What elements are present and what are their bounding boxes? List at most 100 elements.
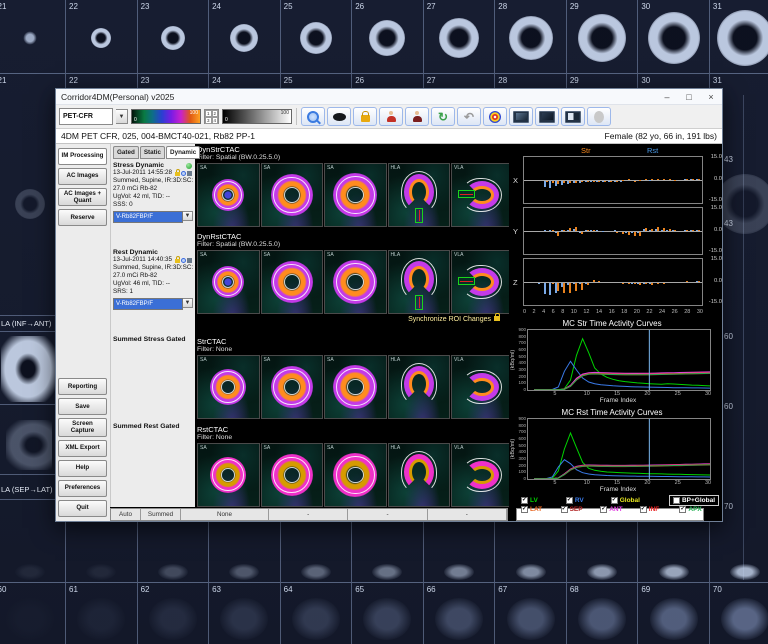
blank-button[interactable] <box>587 107 611 126</box>
sidebar-item-ac-images[interactable]: AC Images <box>58 168 107 185</box>
lock-button[interactable] <box>353 107 377 126</box>
refresh-button[interactable]: ↻ <box>431 107 455 126</box>
roi-marker[interactable] <box>415 208 423 223</box>
tac-curves <box>528 330 710 390</box>
pan-button[interactable] <box>327 107 351 126</box>
slice-image-sa[interactable]: SA <box>261 355 324 419</box>
sidebar-item-xml-export[interactable]: XML Export <box>58 440 107 457</box>
motion-chart-z[interactable]: Z15.00.0-15.0 <box>523 258 703 306</box>
motion-chart-x[interactable]: X15.00.0-15.0 <box>523 156 703 204</box>
slice-image-sa[interactable]: SA <box>324 443 387 507</box>
zoom-button[interactable] <box>301 107 325 126</box>
slice-image-sa[interactable]: SA <box>197 443 260 507</box>
unlock-icon[interactable] <box>494 316 500 321</box>
checkbox-rv[interactable] <box>566 497 573 504</box>
mini-lock-icon[interactable] <box>175 259 180 263</box>
minimize-button[interactable]: – <box>656 89 678 104</box>
slice-image-hla[interactable]: HLA <box>388 250 451 314</box>
stress-series-dropdown[interactable]: ▼ <box>183 211 193 221</box>
gray-scale-bar[interactable]: 0 100 <box>222 109 292 124</box>
checkbox-bp-global[interactable] <box>673 497 680 504</box>
checkbox-lat[interactable] <box>521 506 528 513</box>
slice-image-vla[interactable]: VLA <box>451 163 509 227</box>
slice-image-sa[interactable]: SA <box>197 250 260 314</box>
mini-target-icon[interactable] <box>181 258 186 263</box>
slice-image-hla[interactable]: HLA <box>388 163 451 227</box>
checkbox-ant[interactable] <box>600 506 607 513</box>
rest-series-dropdown[interactable]: ▼ <box>183 298 193 308</box>
checkbox-lv[interactable] <box>521 497 528 504</box>
stress-series-combobox[interactable]: V-Rb82FBP/F ▼ <box>113 211 193 223</box>
roi-marker[interactable] <box>458 190 475 198</box>
slice-image-sa[interactable]: SA <box>324 355 387 419</box>
undo-button[interactable]: ↶ <box>457 107 481 126</box>
roi-marker[interactable] <box>415 295 423 310</box>
monitor2-button[interactable] <box>535 107 559 126</box>
slice-image-sa[interactable]: SA <box>324 250 387 314</box>
motion-chart-y[interactable]: Y15.00.0-15.0 <box>523 207 703 255</box>
x-axis-label: Frame Index <box>527 486 709 495</box>
status-segment[interactable]: - <box>428 509 507 520</box>
viewport-filter: Filter: None <box>197 346 508 354</box>
motion-bar-str <box>628 179 630 180</box>
sidebar-item-reserve[interactable]: Reserve <box>58 209 107 226</box>
legend-item-bp-global[interactable]: BP+Global <box>669 495 719 506</box>
mini-target-icon[interactable] <box>181 171 186 176</box>
tac-chart[interactable]: (kBq/ml)0100200300400500600700800900 <box>527 418 711 480</box>
sidebar-item-reporting[interactable]: Reporting <box>58 378 107 395</box>
sidebar-item-im-processing[interactable]: IM Processing <box>58 148 107 165</box>
slice-image-sa[interactable]: SA <box>197 163 260 227</box>
checkbox-apx[interactable] <box>679 506 686 513</box>
checkbox-sep[interactable] <box>561 506 568 513</box>
slice-image-vla[interactable]: VLA <box>451 443 509 507</box>
sidebar-item-save[interactable]: Save <box>58 398 107 415</box>
layout-grid-selector[interactable]: 1 2 3 4 <box>204 109 219 124</box>
close-button[interactable]: × <box>700 89 722 104</box>
sidebar-item-quit[interactable]: Quit <box>58 500 107 517</box>
rest-series-combobox[interactable]: V-Rb82FBP/F ▼ <box>113 298 193 310</box>
motion-bar-str <box>622 283 624 284</box>
roi-marker[interactable] <box>458 277 475 285</box>
status-segment[interactable]: None <box>181 509 269 520</box>
slice-image-hla[interactable]: HLA <box>388 355 451 419</box>
slice-image-sa[interactable]: SA <box>324 163 387 227</box>
tab-static[interactable]: Static <box>140 146 165 159</box>
mini-lock-icon[interactable] <box>175 172 180 176</box>
status-segment[interactable]: Summed <box>141 509 181 520</box>
slice-image-vla[interactable]: VLA <box>451 355 509 419</box>
slice-image-sa[interactable]: SA <box>197 355 260 419</box>
tac-chart[interactable]: (kBq/ml)0100200300400500600700800900 <box>527 329 711 391</box>
tab-dynamic[interactable]: Dynamic <box>166 146 200 159</box>
maximize-button[interactable]: □ <box>678 89 700 104</box>
status-segment[interactable]: Auto <box>111 509 141 520</box>
sidebar-item-ac-images-quant[interactable]: AC Images + Quant <box>58 188 107 206</box>
slice-image-sa[interactable]: SA <box>261 250 324 314</box>
monitor3-button[interactable] <box>561 107 585 126</box>
color-scale-bar[interactable]: 0 100 <box>131 109 201 124</box>
tab-gated[interactable]: Gated <box>113 146 139 159</box>
preset-combobox[interactable]: PET-CFR <box>59 108 113 125</box>
x-tick-label: 30 <box>697 309 703 317</box>
sidebar-item-screen-capture[interactable]: Screen Capture <box>58 418 107 436</box>
slice-image-sa[interactable]: SA <box>261 443 324 507</box>
checkbox-inf[interactable] <box>640 506 647 513</box>
user-dark-button[interactable] <box>405 107 429 126</box>
status-segment[interactable]: - <box>269 509 348 520</box>
status-segment[interactable]: - <box>348 509 427 520</box>
bg-slice-number: 28 <box>498 2 507 11</box>
title-bar[interactable]: Corridor4DM(Personal) v2025 – □ × <box>56 89 722 105</box>
myocardium-core <box>409 266 429 292</box>
preset-dropdown-button[interactable]: ▼ <box>116 109 128 124</box>
slice-image-hla[interactable]: HLA <box>388 443 451 507</box>
sidebar-item-help[interactable]: Help <box>58 460 107 477</box>
slice-image-sa[interactable]: SA <box>261 163 324 227</box>
sidebar-item-preferences[interactable]: Preferences <box>58 480 107 497</box>
mini-block-icon[interactable] <box>187 171 192 176</box>
mini-block-icon[interactable] <box>187 258 192 263</box>
slice-image-vla[interactable]: VLA <box>451 250 509 314</box>
checkbox-global[interactable] <box>611 497 618 504</box>
monitor1-button[interactable] <box>509 107 533 126</box>
sync-roi-label[interactable]: Synchronize ROI Changes <box>408 316 491 323</box>
target-button[interactable] <box>483 107 507 126</box>
user-red-button[interactable] <box>379 107 403 126</box>
